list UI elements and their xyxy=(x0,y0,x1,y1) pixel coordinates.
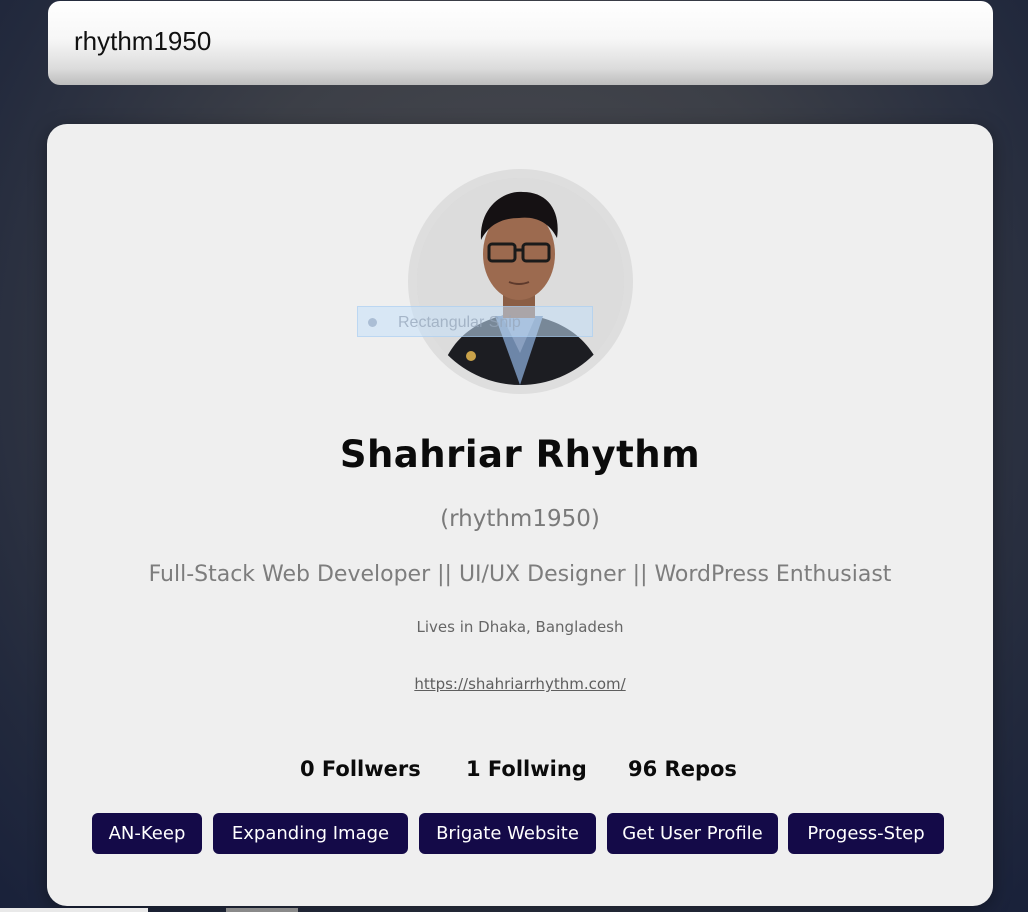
profile-name: Shahriar Rhythm xyxy=(339,433,701,476)
profile-login: (rhythm1950) xyxy=(440,506,600,532)
profile-website: https://shahriarrhythm.com/ xyxy=(47,674,993,694)
record-dot-icon xyxy=(368,318,377,327)
profile-bio: Full-Stack Web Developer || UI/UX Design… xyxy=(148,562,892,587)
avatar xyxy=(408,169,633,394)
scrollbar-thumb[interactable] xyxy=(226,908,298,912)
followers-count: 0 Follwers xyxy=(300,757,421,781)
snip-tool-label: Rectangular Snip xyxy=(398,314,521,331)
website-link[interactable]: https://shahriarrhythm.com/ xyxy=(414,675,625,693)
repo-button[interactable]: Get User Profile xyxy=(607,813,778,854)
repo-button[interactable]: Brigate Website xyxy=(419,813,596,854)
search-bar[interactable] xyxy=(48,0,993,85)
scrollbar-track xyxy=(0,908,148,912)
repos-count: 96 Repos xyxy=(628,757,737,781)
repo-button[interactable]: Expanding Image xyxy=(213,813,408,854)
repo-button[interactable]: Progess-Step xyxy=(788,813,944,854)
following-count: 1 Follwing xyxy=(466,757,587,781)
profile-location: Lives in Dhaka, Bangladesh xyxy=(416,618,624,636)
snip-tool-overlay: Rectangular Snip xyxy=(357,306,593,337)
search-input[interactable] xyxy=(74,0,967,83)
repo-button[interactable]: AN-Keep xyxy=(92,813,202,854)
